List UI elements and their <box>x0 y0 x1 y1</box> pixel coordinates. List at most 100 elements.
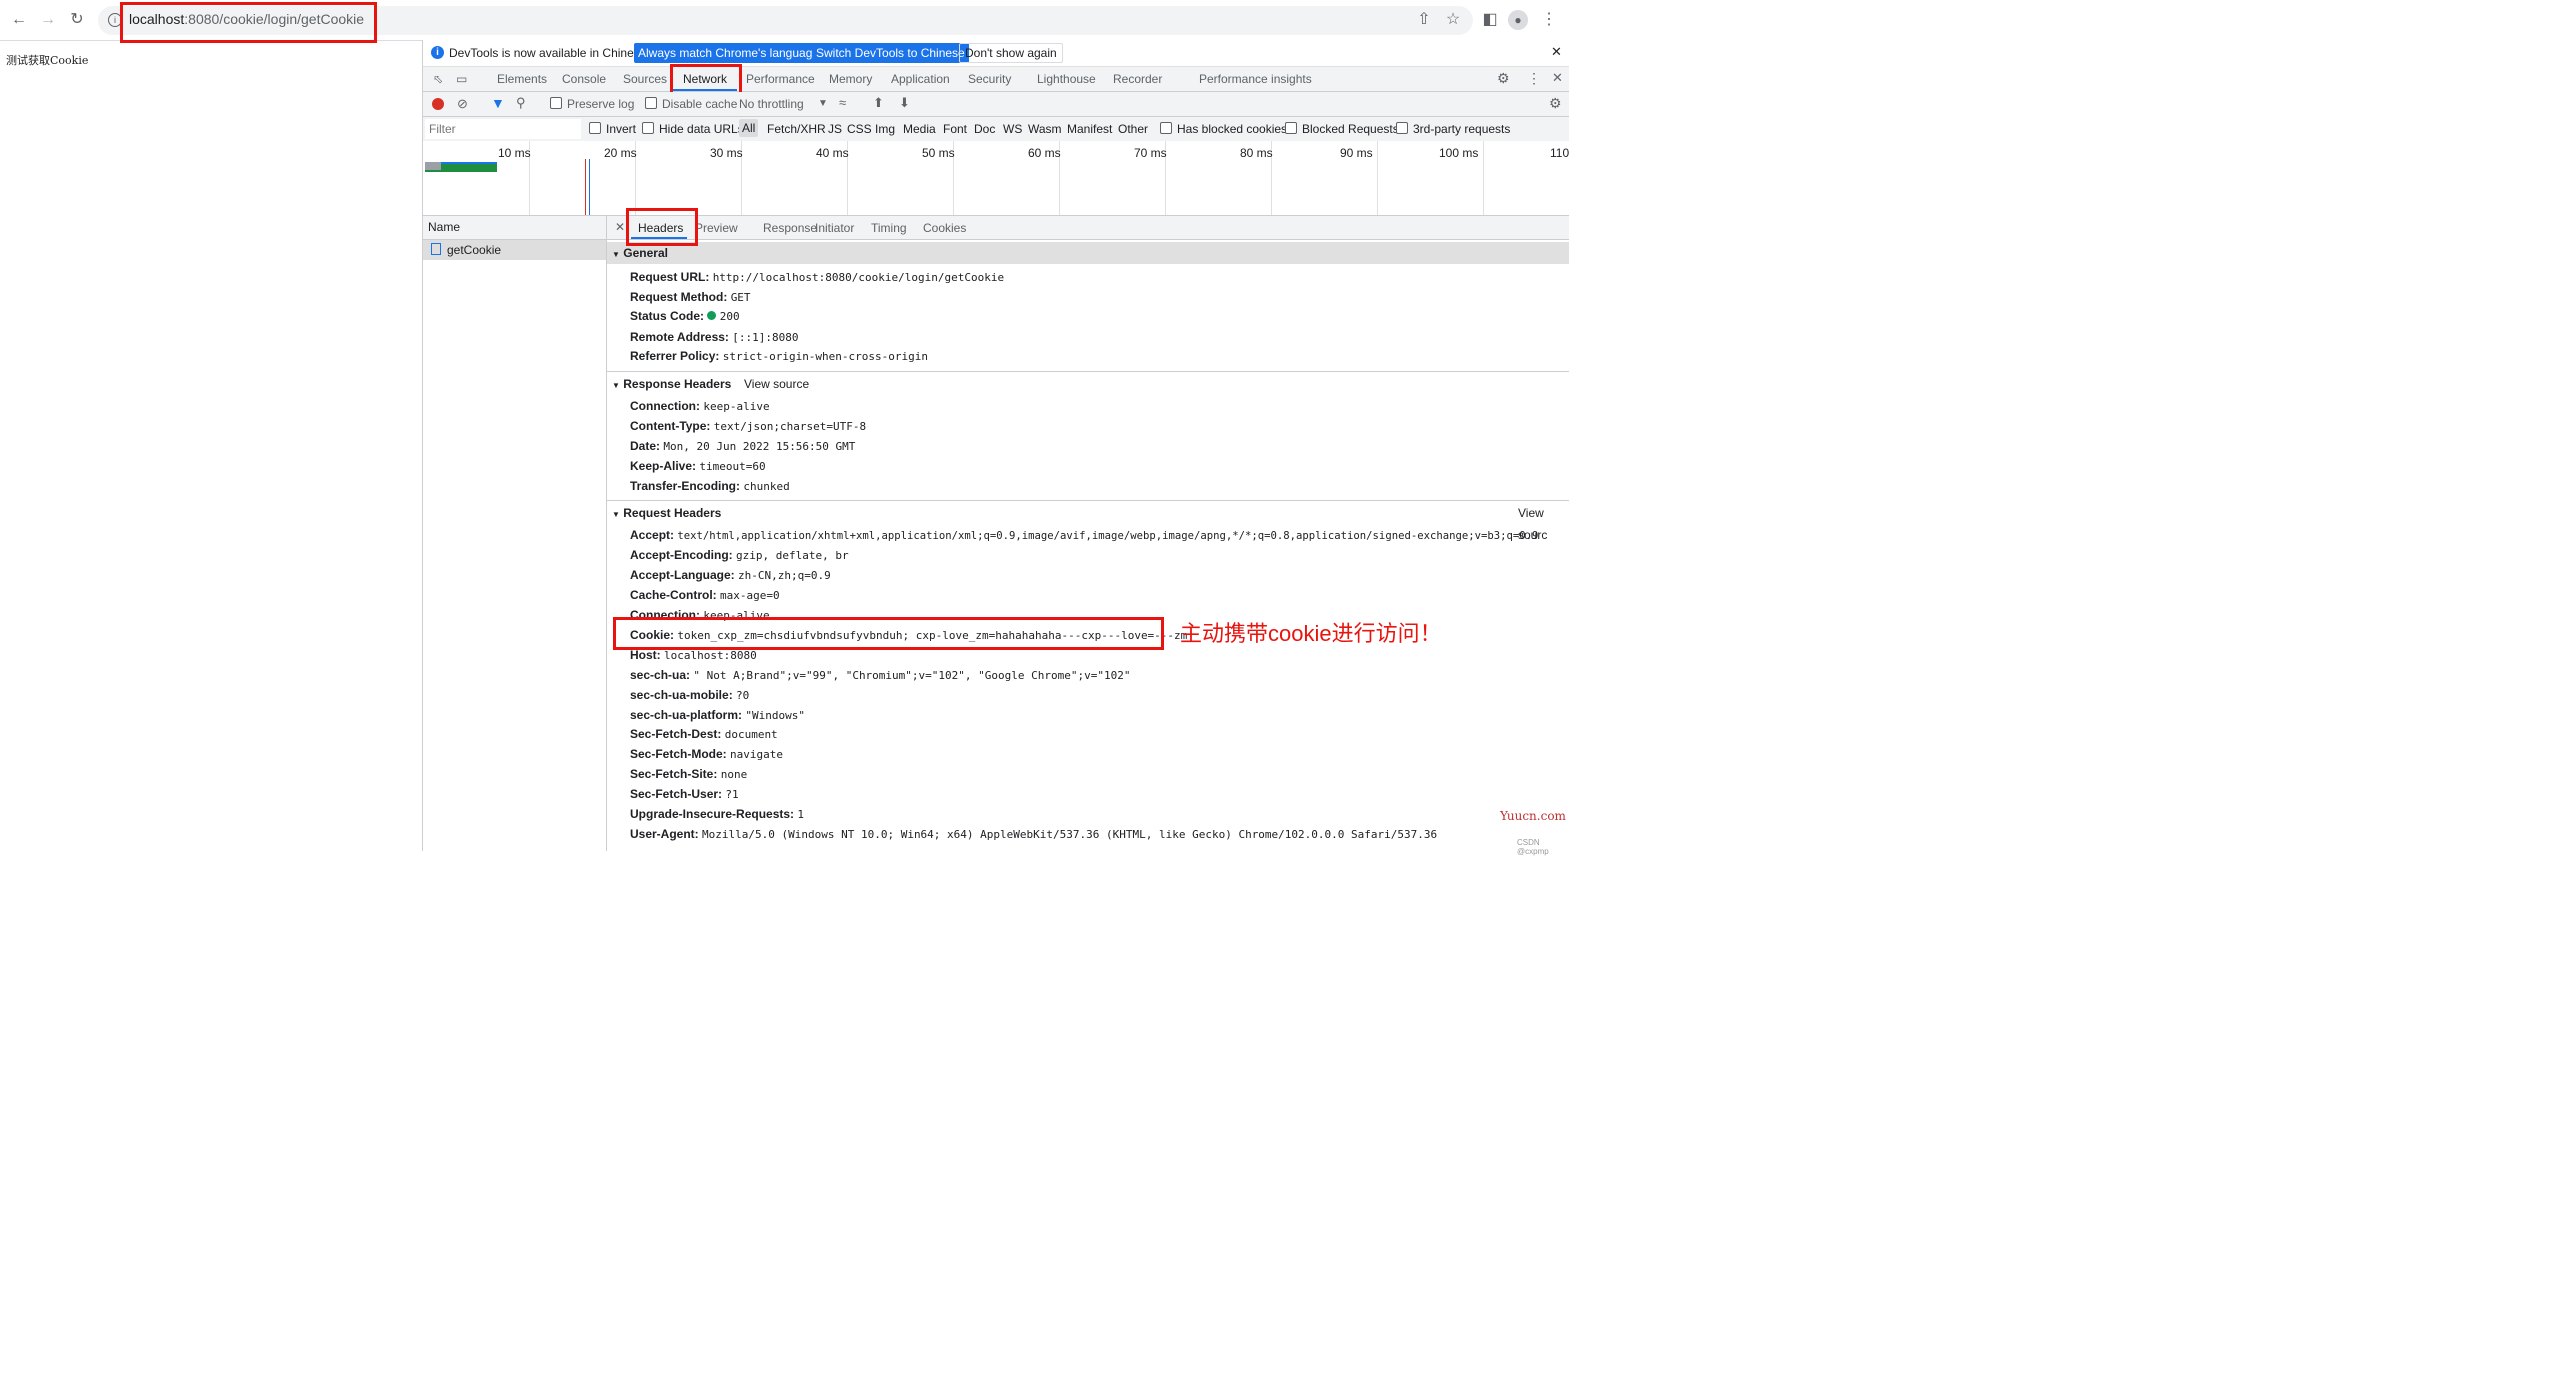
tab-recorder[interactable]: Recorder <box>1113 72 1162 86</box>
type-filter-ws[interactable]: WS <box>1003 122 1022 136</box>
view-source-link[interactable]: View source <box>744 373 809 395</box>
header-row: Content-Type: text/json;charset=UTF-8 <box>630 419 867 433</box>
type-filter-other[interactable]: Other <box>1118 122 1148 136</box>
type-filter-js[interactable]: JS <box>828 122 842 136</box>
devtools-panel: i DevTools is now available in Chinese! … <box>422 40 1569 851</box>
network-conditions-icon[interactable]: ≈ <box>839 95 846 110</box>
timeline-tick-label: 50 ms <box>922 146 955 160</box>
preserve-log-checkbox[interactable]: Preserve log <box>550 97 634 111</box>
type-filter-doc[interactable]: Doc <box>974 122 995 136</box>
bookmark-star-icon[interactable]: ☆ <box>1442 9 1464 31</box>
annotation-text: 主动携带cookie进行访问！ <box>1180 621 1442 646</box>
browser-menu-icon[interactable]: ⋮ <box>1538 9 1560 31</box>
tab-elements[interactable]: Elements <box>497 72 547 86</box>
tab-sources[interactable]: Sources <box>623 72 667 86</box>
blocked-requests-checkbox[interactable]: Blocked Requests <box>1285 122 1399 136</box>
has-blocked-cookies-checkbox[interactable]: Has blocked cookies <box>1160 122 1287 136</box>
import-har-icon[interactable]: ⬆ <box>873 95 884 111</box>
tab-response[interactable]: Response <box>763 221 817 235</box>
match-language-button[interactable]: Always match Chrome's language <box>634 43 824 63</box>
header-row: Date: Mon, 20 Jun 2022 15:56:50 GMT <box>630 439 856 453</box>
general-section-header[interactable]: ▼ General <box>607 242 1569 264</box>
filter-icon[interactable]: ▼ <box>491 95 505 111</box>
header-row: Sec-Fetch-Mode: navigate <box>630 747 784 761</box>
devtools-tab-bar: ⬁ ▭ Elements Console Sources Network Per… <box>423 67 1569 92</box>
triangle-down-icon: ▼ <box>612 510 620 519</box>
header-row: sec-ch-ua: " Not A;Brand";v="99", "Chrom… <box>630 668 1131 682</box>
export-har-icon[interactable]: ⬇ <box>899 95 910 111</box>
tab-application[interactable]: Application <box>891 72 950 86</box>
device-toolbar-icon[interactable]: ▭ <box>456 72 467 86</box>
language-infobar: i DevTools is now available in Chinese! … <box>423 40 1569 67</box>
header-row: sec-ch-ua-mobile: ?0 <box>630 688 750 702</box>
network-settings-gear-icon[interactable]: ⚙ <box>1549 95 1562 112</box>
tab-security[interactable]: Security <box>968 72 1011 86</box>
header-row: Sec-Fetch-Site: none <box>630 767 748 781</box>
tab-preview[interactable]: Preview <box>695 221 738 235</box>
invert-checkbox[interactable]: Invert <box>589 122 636 136</box>
response-headers-section-header[interactable]: ▼ Response Headers View source <box>607 373 1569 395</box>
request-details: ✕ Headers Preview Response Initiator Tim… <box>607 216 1569 851</box>
throttling-select[interactable]: No throttling <box>739 97 804 111</box>
divider <box>607 371 1569 372</box>
chevron-down-icon[interactable]: ▼ <box>818 98 828 109</box>
reload-icon[interactable]: ↻ <box>66 9 88 31</box>
tab-performance-insights[interactable]: Performance insights <box>1199 72 1312 86</box>
timeline-tick-label: 30 ms <box>710 146 743 160</box>
switch-to-chinese-button[interactable]: Switch DevTools to Chinese <box>812 43 969 63</box>
profile-avatar-icon[interactable]: ● <box>1508 10 1528 30</box>
clear-icon[interactable]: ⊘ <box>457 96 468 112</box>
hide-data-urls-checkbox[interactable]: Hide data URLs <box>642 122 744 136</box>
filter-bar: Invert Hide data URLs All Fetch/XHR JS C… <box>423 117 1569 142</box>
header-row: Remote Address: [::1]:8080 <box>630 330 799 344</box>
header-row: sec-ch-ua-platform: "Windows" <box>630 708 805 722</box>
type-filter-all[interactable]: All <box>739 119 759 137</box>
settings-gear-icon[interactable]: ⚙ <box>1497 70 1510 87</box>
tab-cookies[interactable]: Cookies <box>923 221 966 235</box>
close-infobar-icon[interactable]: ✕ <box>1551 44 1562 60</box>
timeline-tick <box>1483 141 1484 215</box>
back-icon[interactable]: ← <box>8 9 30 31</box>
tab-initiator[interactable]: Initiator <box>815 221 854 235</box>
search-icon[interactable]: ⚲ <box>516 95 526 111</box>
tab-timing[interactable]: Timing <box>871 221 907 235</box>
network-timeline[interactable]: 10 ms 20 ms 30 ms 40 ms 50 ms 60 ms 70 m… <box>423 141 1569 216</box>
header-row: Upgrade-Insecure-Requests: 1 <box>630 807 805 821</box>
type-filter-wasm[interactable]: Wasm <box>1028 122 1062 136</box>
timeline-tick-label: 40 ms <box>816 146 849 160</box>
header-row: Accept-Encoding: gzip, deflate, br <box>630 548 849 562</box>
header-row: Request Method: GET <box>630 290 751 304</box>
type-filter-fetch-xhr[interactable]: Fetch/XHR <box>767 122 826 136</box>
triangle-down-icon: ▼ <box>612 250 620 259</box>
header-row: Keep-Alive: timeout=60 <box>630 459 766 473</box>
third-party-requests-checkbox[interactable]: 3rd-party requests <box>1396 122 1510 136</box>
tab-performance[interactable]: Performance <box>746 72 815 86</box>
share-icon[interactable]: ⇧ <box>1413 9 1435 31</box>
type-filter-manifest[interactable]: Manifest <box>1067 122 1112 136</box>
more-options-icon[interactable]: ⋮ <box>1527 70 1541 87</box>
request-row-getcookie[interactable]: getCookie <box>423 240 606 260</box>
record-icon[interactable] <box>432 98 444 110</box>
request-headers-section-header[interactable]: ▼ Request Headers View sourc <box>607 502 1569 542</box>
type-filter-img[interactable]: Img <box>875 122 895 136</box>
type-filter-font[interactable]: Font <box>943 122 967 136</box>
type-filter-media[interactable]: Media <box>903 122 936 136</box>
type-filter-css[interactable]: CSS <box>847 122 872 136</box>
close-details-icon[interactable]: ✕ <box>615 220 625 234</box>
infobar-message: DevTools is now available in Chinese! <box>449 46 650 60</box>
tab-memory[interactable]: Memory <box>829 72 872 86</box>
inspect-element-icon[interactable]: ⬁ <box>433 72 443 86</box>
dom-content-loaded-line <box>589 159 590 215</box>
tab-lighthouse[interactable]: Lighthouse <box>1037 72 1096 86</box>
timeline-tick <box>1377 141 1378 215</box>
timeline-tick-label: 100 ms <box>1439 146 1479 160</box>
tab-console[interactable]: Console <box>562 72 606 86</box>
forward-icon[interactable]: → <box>37 9 59 31</box>
close-devtools-icon[interactable]: ✕ <box>1552 70 1563 86</box>
info-icon: i <box>431 46 444 59</box>
name-column-header[interactable]: Name <box>423 216 606 240</box>
disable-cache-checkbox[interactable]: Disable cache <box>645 97 737 111</box>
filter-input[interactable] <box>425 119 581 139</box>
side-panel-icon[interactable]: ◧ <box>1479 9 1501 31</box>
dont-show-again-button[interactable]: Don't show again <box>959 43 1063 63</box>
